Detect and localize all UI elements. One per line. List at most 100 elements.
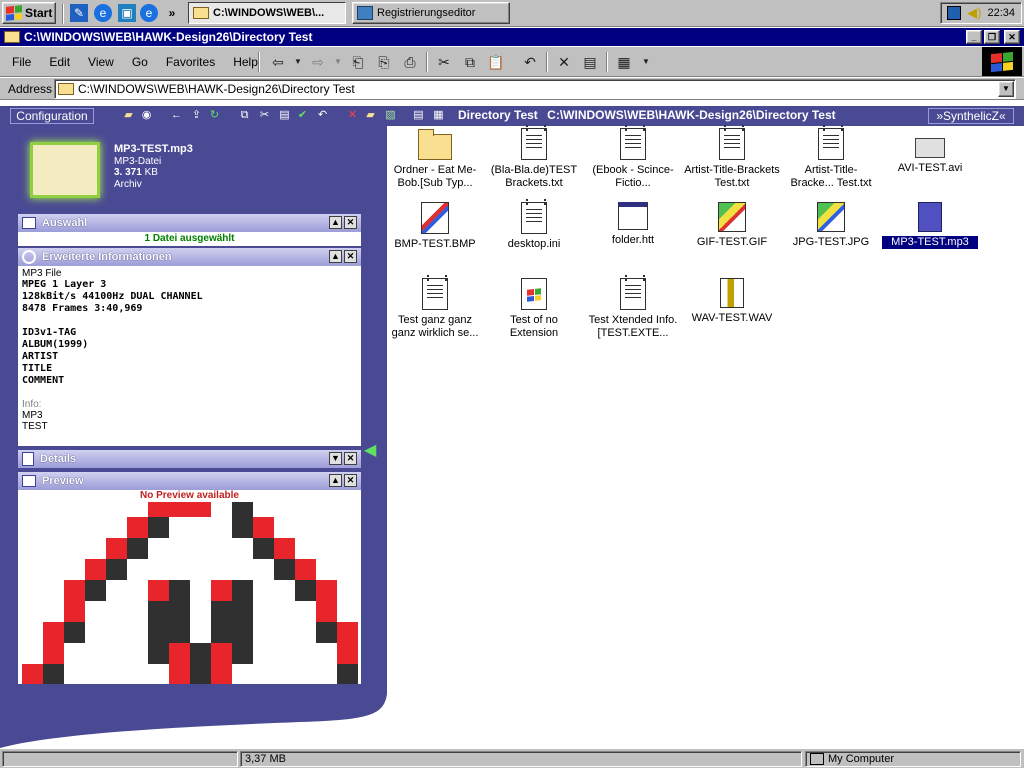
views-icon[interactable]: ▦: [614, 53, 634, 71]
toolbar-separator: [426, 52, 428, 72]
preview-pixel: [232, 643, 253, 664]
file-item[interactable]: Test of no Extension: [486, 278, 582, 340]
htt-file-icon: [618, 202, 648, 230]
copy-icon[interactable]: ⧉: [238, 109, 251, 122]
file-item[interactable]: GIF-TEST.GIF: [684, 202, 780, 249]
paste-icon[interactable]: ▤: [278, 109, 291, 122]
file-item[interactable]: JPG-TEST.JPG: [783, 202, 879, 249]
address-field[interactable]: C:\WINDOWS\WEB\HAWK-Design26\Directory T…: [54, 79, 1016, 99]
task-label: C:\WINDOWS\WEB\...: [213, 7, 325, 19]
folder-icon[interactable]: ▰: [122, 109, 135, 122]
menu-view[interactable]: View: [86, 55, 116, 69]
regedit-icon: [357, 6, 373, 20]
file-item[interactable]: Test Xtended Info.[TEST.EXTE...: [585, 275, 681, 340]
expand-down-icon[interactable]: ▼: [329, 452, 342, 465]
refresh-icon[interactable]: ↻: [208, 109, 221, 122]
file-item[interactable]: Artist-Title-Bracke... Test.txt: [783, 125, 879, 190]
up-folder-icon[interactable]: ⎗: [348, 53, 368, 71]
task-explorer-window[interactable]: C:\WINDOWS\WEB\...: [188, 2, 346, 24]
menu-toolbar: File Edit View Go Favorites Help ⇦ ▼ ⇨ ▼…: [0, 47, 1024, 77]
delete-icon[interactable]: ✕: [346, 109, 359, 122]
back-arrow-icon[interactable]: ←: [170, 109, 183, 122]
file-item[interactable]: Ordner - Eat Me-Bob.[Sub Typ...: [387, 128, 483, 190]
properties-icon[interactable]: ▤: [580, 53, 600, 71]
map-icon[interactable]: ▧: [384, 109, 397, 122]
check-icon[interactable]: ✔: [296, 109, 309, 122]
clock[interactable]: 22:34: [987, 7, 1015, 19]
close-icon[interactable]: ✕: [344, 474, 357, 487]
syntheticz-button[interactable]: »SynthelicZ«: [928, 108, 1014, 124]
audio-file-icon: [918, 202, 942, 232]
preview-pixel: [295, 559, 316, 580]
restore-button[interactable]: ❐: [984, 30, 1000, 44]
properties-icon[interactable]: ▤: [412, 109, 425, 122]
volume-icon[interactable]: ◀): [967, 5, 981, 21]
windows-flag-icon: [982, 47, 1022, 76]
task-label: Registrierungseditor: [377, 7, 476, 19]
file-item[interactable]: BMP-TEST.BMP: [387, 202, 483, 251]
cut-icon[interactable]: ✂: [258, 109, 271, 122]
delete-icon[interactable]: ✕: [554, 53, 574, 71]
file-item[interactable]: (Bla-Bla.de)TEST Brackets.txt: [486, 125, 582, 190]
file-item[interactable]: MP3-TEST.mp3: [881, 202, 979, 250]
disconnect-drive-icon[interactable]: ⎙: [400, 53, 420, 71]
close-icon[interactable]: ✕: [344, 250, 357, 263]
show-desktop-icon[interactable]: ▣: [118, 4, 136, 22]
close-button[interactable]: ✕: [1004, 30, 1020, 44]
collapse-up-icon[interactable]: ▲: [329, 250, 342, 263]
preview-pixel: [106, 559, 127, 580]
collapse-up-icon[interactable]: ▲: [329, 216, 342, 229]
undo-icon[interactable]: ↶: [316, 109, 329, 122]
collapse-panel-arrow-icon[interactable]: ◀: [364, 440, 378, 459]
back-icon[interactable]: ⇦: [268, 53, 288, 71]
menu-edit[interactable]: Edit: [47, 55, 72, 69]
window-title: C:\WINDOWS\WEB\HAWK-Design26\Directory T…: [24, 30, 313, 44]
menu-help[interactable]: Help: [231, 55, 260, 69]
section-header-details[interactable]: Details ▼ ✕: [18, 450, 361, 468]
window-title-bar[interactable]: C:\WINDOWS\WEB\HAWK-Design26\Directory T…: [0, 28, 1024, 46]
section-header-extended-info[interactable]: Erweiterte Informationen ▲ ✕: [18, 248, 361, 266]
paste-icon[interactable]: 📋: [486, 53, 506, 71]
file-item[interactable]: Artist-Title-Brackets Test.txt: [684, 125, 780, 190]
no-preview-text: No Preview available: [140, 490, 239, 501]
map-drive-icon[interactable]: ⎘: [374, 53, 394, 71]
section-header-preview[interactable]: Preview ▲ ✕: [18, 472, 361, 490]
internet-explorer-icon[interactable]: e: [94, 4, 112, 22]
undo-icon[interactable]: ↶: [520, 53, 540, 71]
collapse-up-icon[interactable]: ▲: [329, 474, 342, 487]
network-icon[interactable]: [947, 6, 962, 20]
desktop-edit-icon[interactable]: ✎: [70, 4, 88, 22]
explorer-icon[interactable]: ◉: [140, 109, 153, 122]
section-header-selection[interactable]: Auswahl ▲ ✕: [18, 214, 361, 232]
internet-explorer-icon-2[interactable]: e: [140, 4, 158, 22]
upload-icon[interactable]: ⇪: [190, 109, 203, 122]
close-icon[interactable]: ✕: [344, 452, 357, 465]
views-dropdown-icon[interactable]: ▼: [636, 53, 656, 71]
file-item[interactable]: WAV-TEST.WAV: [684, 278, 780, 325]
cut-icon[interactable]: ✂: [434, 53, 454, 71]
menu-favorites[interactable]: Favorites: [164, 55, 217, 69]
forward-icon[interactable]: ⇨: [308, 53, 328, 71]
back-dropdown-icon[interactable]: ▼: [288, 53, 308, 71]
minimize-button[interactable]: _: [966, 30, 982, 44]
configuration-button[interactable]: Configuration: [10, 108, 94, 124]
menu-go[interactable]: Go: [130, 55, 150, 69]
menu-file[interactable]: File: [10, 55, 33, 69]
address-dropdown-button[interactable]: ▼: [998, 81, 1014, 97]
file-item[interactable]: folder.htt: [585, 202, 681, 247]
preview-pixel: [211, 643, 232, 664]
task-regedit[interactable]: Registrierungseditor: [352, 2, 510, 24]
close-icon[interactable]: ✕: [344, 216, 357, 229]
file-label: Ordner - Eat Me-Bob.[Sub Typ...: [393, 164, 477, 189]
file-item[interactable]: Test ganz ganz ganz wirklich se...: [387, 275, 483, 340]
taskbar: Start ✎ e ▣ e » C:\WINDOWS\WEB\... Regis…: [0, 0, 1024, 27]
new-folder-icon[interactable]: ▰: [364, 109, 377, 122]
file-item[interactable]: (Ebook - Scince-Fictio...: [585, 125, 681, 190]
file-item[interactable]: AVI-TEST.avi: [882, 128, 978, 175]
chevron-right-icon[interactable]: »: [163, 4, 181, 22]
file-item[interactable]: desktop.ini: [486, 199, 582, 251]
view-icon[interactable]: ▦: [432, 109, 445, 122]
copy-icon[interactable]: ⧉: [460, 53, 480, 71]
forward-dropdown-icon[interactable]: ▼: [328, 53, 348, 71]
start-button[interactable]: Start: [2, 2, 56, 24]
